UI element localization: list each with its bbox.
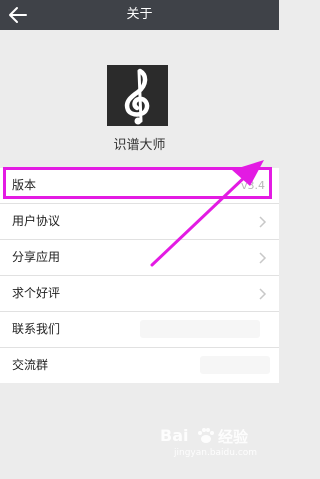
paw-icon [198, 428, 214, 443]
list-item-label: 联系我们 [12, 322, 61, 336]
back-arrow-icon[interactable] [6, 4, 30, 26]
list-item-label: 求个好评 [12, 286, 61, 300]
settings-list: 版本 v3.4 用户协议 分享应用 求个好评 联系我们 交流群 [0, 168, 279, 383]
list-item-contact-us[interactable]: 联系我们 [0, 311, 279, 347]
list-item-label: 版本 [12, 178, 37, 192]
baidu-watermark: Bai 经验 jingyan.baidu.com [160, 424, 275, 464]
treble-clef-icon [124, 68, 150, 125]
list-item-chat-group[interactable]: 交流群 [0, 347, 279, 383]
app-logo [107, 65, 168, 126]
redacted-value [200, 356, 270, 374]
list-item-label: 分享应用 [12, 250, 61, 264]
chevron-right-icon [259, 288, 267, 300]
top-bar: 关于 [0, 0, 279, 30]
list-item-rate-app[interactable]: 求个好评 [0, 275, 279, 311]
watermark-brand2: 经验 [218, 428, 249, 446]
watermark-brand: Bai [160, 426, 189, 445]
list-item-label: 交流群 [12, 358, 49, 372]
list-item-share-app[interactable]: 分享应用 [0, 239, 279, 275]
page-title: 关于 [126, 7, 153, 22]
version-value: v3.4 [240, 179, 265, 192]
chevron-right-icon [259, 252, 267, 264]
list-item-label: 用户协议 [12, 214, 61, 228]
app-name: 识谱大师 [113, 138, 166, 153]
chevron-right-icon [259, 216, 267, 228]
list-item-version[interactable]: 版本 v3.4 [0, 168, 279, 203]
redacted-value [140, 320, 260, 338]
watermark-url: jingyan.baidu.com [174, 448, 258, 458]
list-item-user-agreement[interactable]: 用户协议 [0, 203, 279, 239]
